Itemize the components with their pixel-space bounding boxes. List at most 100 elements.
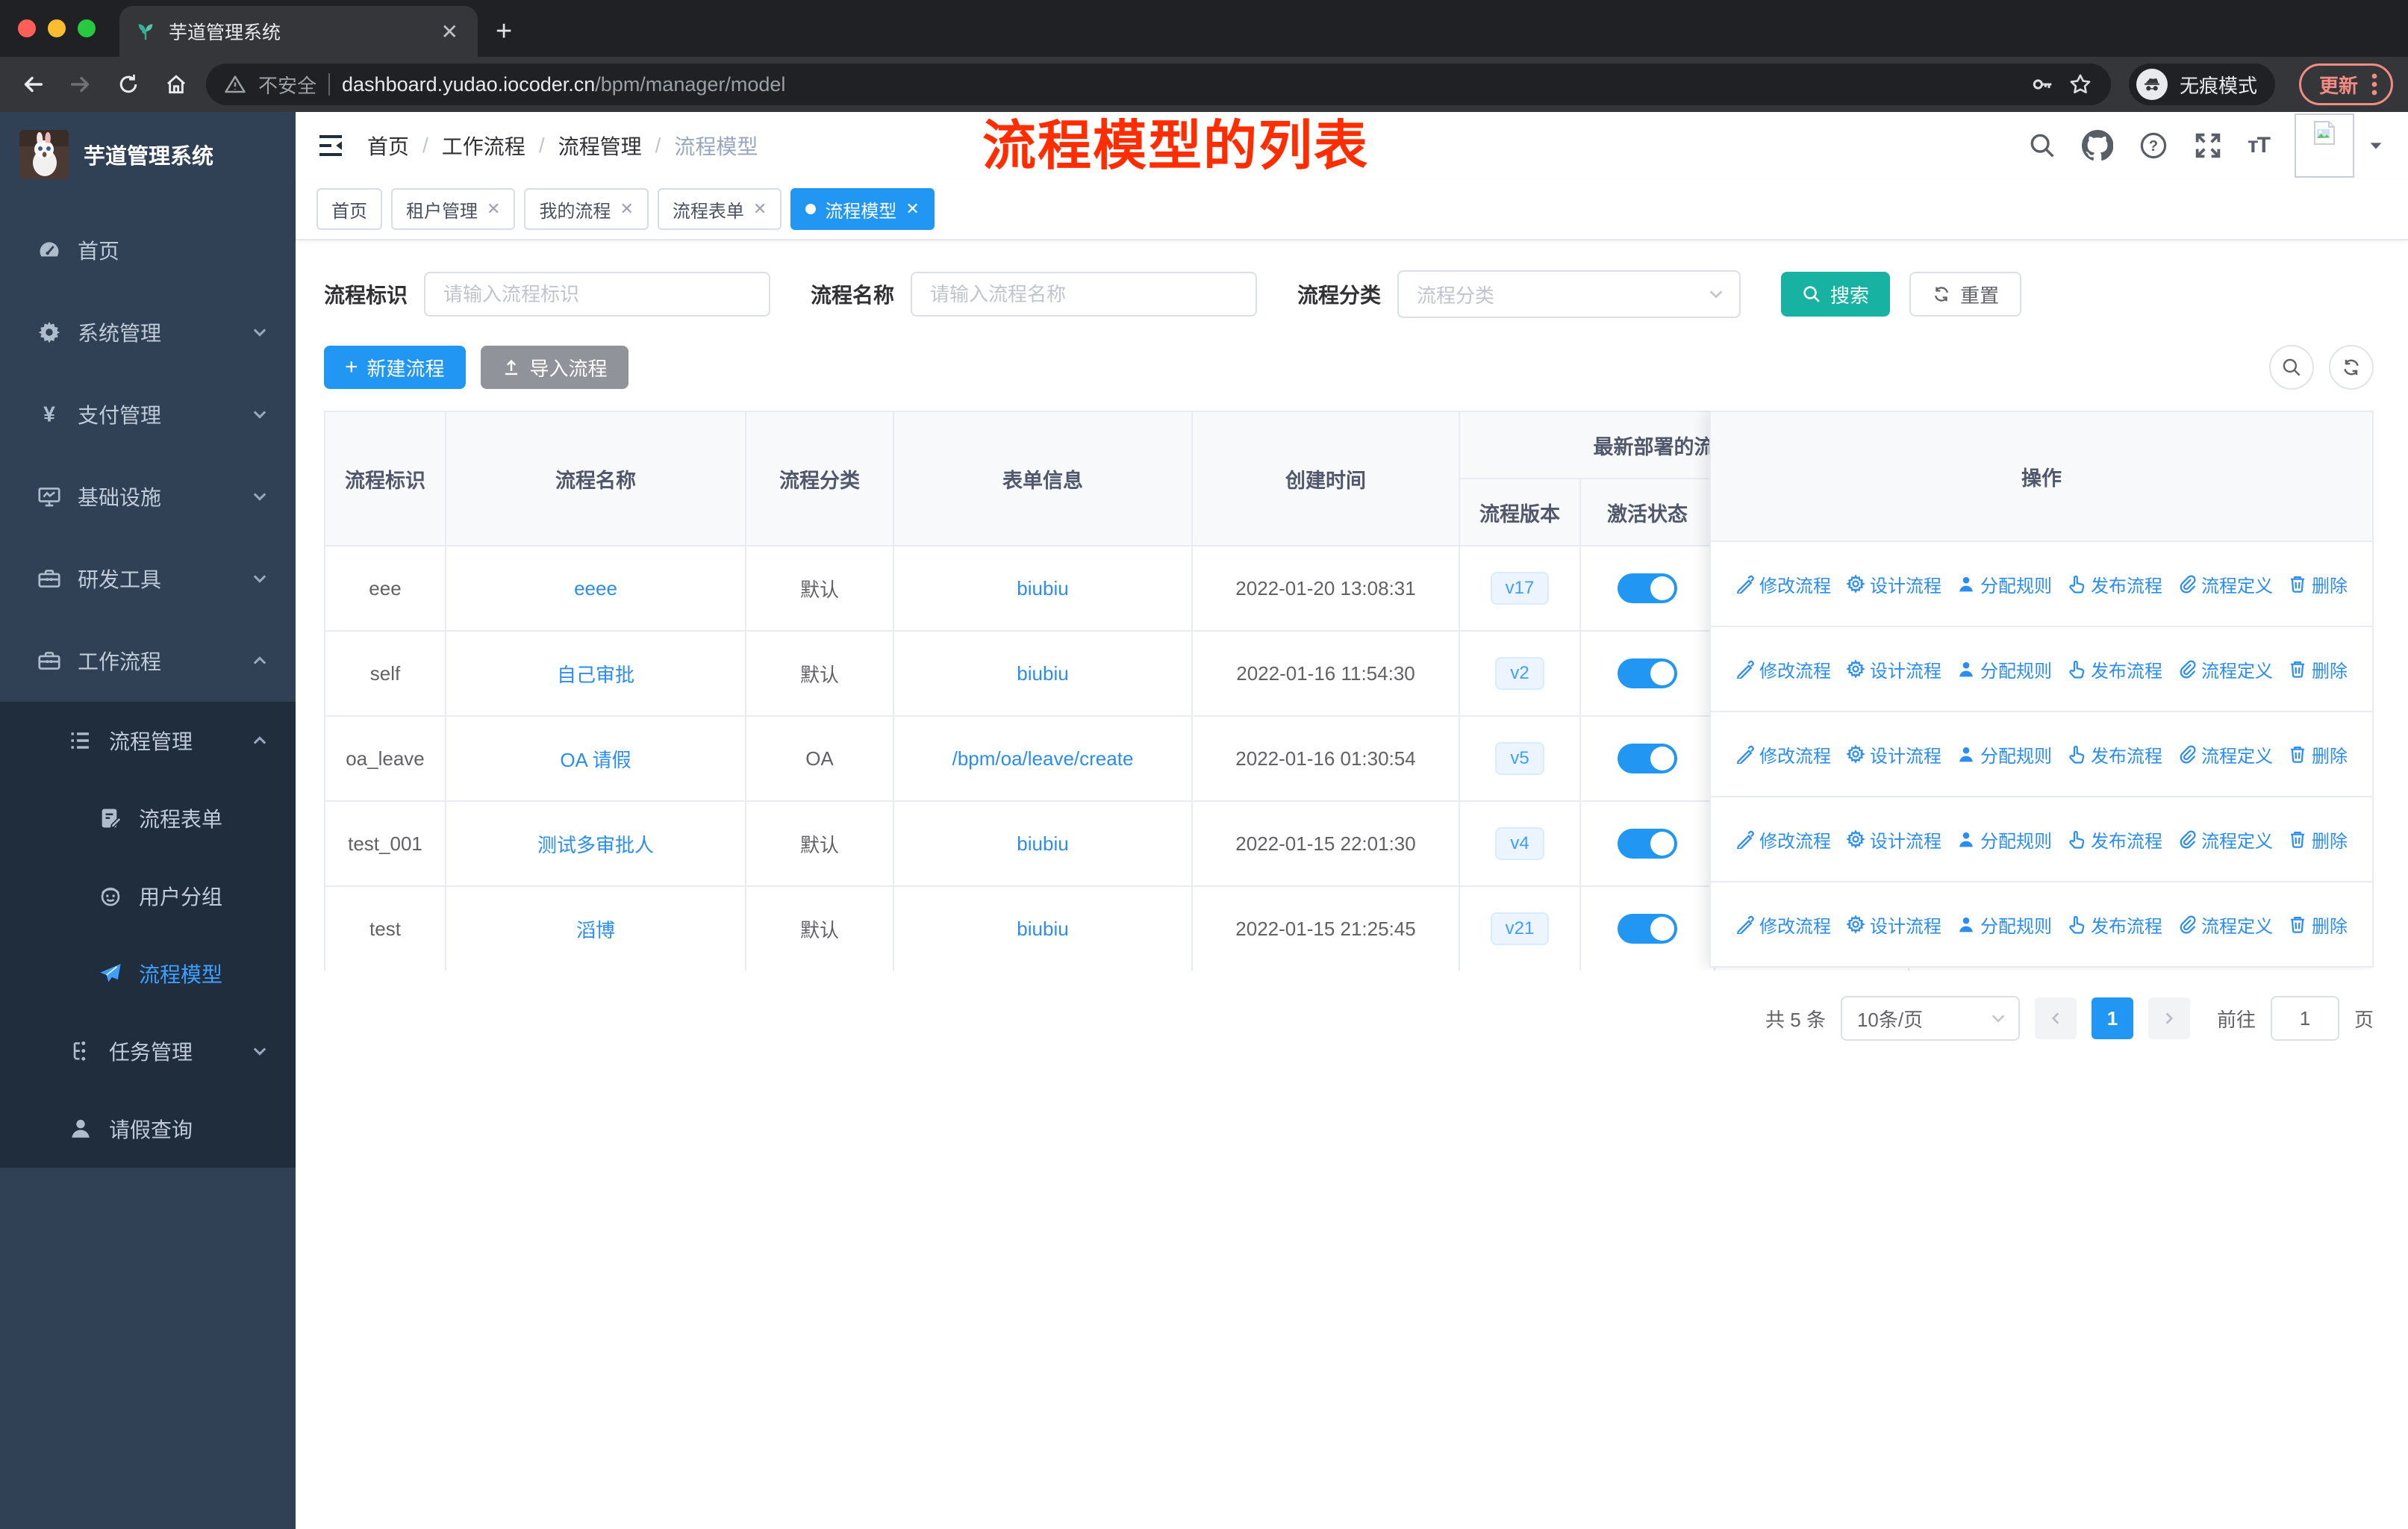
- active-status-toggle[interactable]: [1618, 829, 1677, 859]
- sidebar-item-process-model[interactable]: 流程模型: [0, 935, 296, 1012]
- action-delete-link[interactable]: 删除: [2288, 571, 2348, 597]
- action-design-link[interactable]: 设计流程: [1846, 571, 1941, 597]
- process-name-link[interactable]: 滔博: [576, 919, 615, 941]
- sidebar-item-system[interactable]: 系统管理: [0, 291, 296, 373]
- breadcrumb-home[interactable]: 首页: [367, 131, 409, 161]
- sidebar-item-workflow[interactable]: 工作流程: [0, 620, 296, 702]
- back-icon[interactable]: [15, 72, 51, 97]
- action-assign-rule-link[interactable]: 分配规则: [1956, 656, 2052, 682]
- create-process-button[interactable]: + 新建流程: [324, 346, 466, 389]
- process-name-link[interactable]: 自己审批: [557, 664, 634, 686]
- new-tab-button[interactable]: +: [478, 16, 533, 57]
- tag-home[interactable]: 首页: [316, 188, 382, 230]
- header-search-icon[interactable]: [2028, 131, 2056, 160]
- sidebar-item-devtools[interactable]: 研发工具: [0, 538, 296, 620]
- close-window-button[interactable]: [18, 19, 36, 37]
- action-design-link[interactable]: 设计流程: [1846, 826, 1941, 853]
- action-assign-rule-link[interactable]: 分配规则: [1956, 571, 2052, 597]
- form-info-link[interactable]: /bpm/oa/leave/create: [952, 747, 1134, 770]
- kebab-menu-icon[interactable]: [2371, 72, 2377, 96]
- import-process-button[interactable]: 导入流程: [480, 346, 628, 389]
- user-avatar[interactable]: [2295, 113, 2354, 178]
- action-edit-link[interactable]: 修改流程: [1735, 912, 1831, 938]
- home-icon[interactable]: [158, 72, 194, 96]
- prev-page-button[interactable]: [2034, 997, 2077, 1039]
- browser-tab[interactable]: 芋道管理系统 ✕: [119, 6, 478, 57]
- action-edit-link[interactable]: 修改流程: [1735, 656, 1831, 682]
- page-number-1[interactable]: 1: [2091, 997, 2133, 1039]
- action-delete-link[interactable]: 删除: [2288, 912, 2348, 938]
- action-assign-rule-link[interactable]: 分配规则: [1956, 741, 2052, 767]
- minimize-window-button[interactable]: [48, 19, 66, 37]
- breadcrumb-process-mgmt[interactable]: 流程管理: [558, 131, 642, 161]
- avatar-caret-down-icon[interactable]: [2368, 137, 2384, 154]
- form-info-link[interactable]: biubiu: [1017, 918, 1068, 940]
- sidebar-item-task-mgmt[interactable]: 任务管理: [0, 1012, 296, 1090]
- sidebar-item-user-group[interactable]: 用户分组: [0, 857, 296, 935]
- action-definition-link[interactable]: 流程定义: [2177, 826, 2273, 853]
- action-definition-link[interactable]: 流程定义: [2177, 571, 2273, 597]
- active-status-toggle[interactable]: [1618, 658, 1677, 688]
- next-page-button[interactable]: [2147, 997, 2190, 1039]
- browser-update-button[interactable]: 更新: [2298, 63, 2393, 105]
- search-button[interactable]: 搜索: [1781, 272, 1891, 317]
- process-name-link[interactable]: OA 请假: [560, 749, 631, 771]
- action-definition-link[interactable]: 流程定义: [2177, 741, 2273, 767]
- sidebar-item-process-mgmt[interactable]: 流程管理: [0, 702, 296, 779]
- action-design-link[interactable]: 设计流程: [1846, 741, 1941, 767]
- action-definition-link[interactable]: 流程定义: [2177, 912, 2273, 938]
- tag-close-icon[interactable]: ✕: [753, 199, 767, 219]
- show-search-toggle-button[interactable]: [2269, 345, 2314, 390]
- action-publish-link[interactable]: 发布流程: [2067, 571, 2162, 597]
- process-name-link[interactable]: eeee: [574, 577, 617, 600]
- app-logo[interactable]: 芋道管理系统: [0, 112, 296, 194]
- tag-close-icon[interactable]: ✕: [905, 199, 919, 219]
- form-info-link[interactable]: biubiu: [1017, 662, 1068, 685]
- tag-close-icon[interactable]: ✕: [620, 199, 633, 219]
- filter-category-select[interactable]: 流程分类: [1397, 270, 1741, 318]
- tag-my-process[interactable]: 我的流程 ✕: [524, 188, 649, 230]
- action-delete-link[interactable]: 删除: [2288, 656, 2348, 682]
- form-info-link[interactable]: biubiu: [1017, 832, 1068, 855]
- filter-id-input[interactable]: [424, 272, 771, 317]
- action-delete-link[interactable]: 删除: [2288, 826, 2348, 853]
- active-status-toggle[interactable]: [1618, 744, 1677, 773]
- refresh-table-button[interactable]: [2329, 345, 2374, 390]
- forward-icon[interactable]: [63, 72, 99, 97]
- process-name-link[interactable]: 测试多审批人: [537, 834, 654, 856]
- action-publish-link[interactable]: 发布流程: [2067, 826, 2162, 853]
- font-size-icon[interactable]: ᴛT: [2248, 133, 2271, 158]
- sidebar-item-infra[interactable]: 基础设施: [0, 455, 296, 538]
- active-status-toggle[interactable]: [1618, 573, 1677, 603]
- key-icon[interactable]: [2030, 72, 2056, 97]
- reload-icon[interactable]: [110, 72, 146, 96]
- omnibox[interactable]: 不安全 dashboard.yudao.iocoder.cn/bpm/manag…: [206, 63, 2111, 105]
- sidebar-item-leave-query[interactable]: 请假查询: [0, 1090, 296, 1168]
- active-status-toggle[interactable]: [1618, 914, 1677, 944]
- tag-tenant[interactable]: 租户管理 ✕: [391, 188, 516, 230]
- action-publish-link[interactable]: 发布流程: [2067, 741, 2162, 767]
- action-edit-link[interactable]: 修改流程: [1735, 571, 1831, 597]
- tag-process-form[interactable]: 流程表单 ✕: [657, 188, 782, 230]
- collapse-sidebar-icon[interactable]: [316, 133, 345, 158]
- help-icon[interactable]: ?: [2139, 131, 2168, 161]
- reset-button[interactable]: 重置: [1909, 272, 2022, 317]
- action-assign-rule-link[interactable]: 分配规则: [1956, 912, 2052, 938]
- fullscreen-icon[interactable]: [2194, 131, 2222, 160]
- zoom-window-button[interactable]: [78, 19, 96, 37]
- action-edit-link[interactable]: 修改流程: [1735, 826, 1831, 853]
- sidebar-item-home[interactable]: 首页: [0, 209, 296, 291]
- action-assign-rule-link[interactable]: 分配规则: [1956, 826, 2052, 853]
- breadcrumb-workflow[interactable]: 工作流程: [442, 131, 525, 161]
- form-info-link[interactable]: biubiu: [1017, 577, 1068, 600]
- action-design-link[interactable]: 设计流程: [1846, 656, 1941, 682]
- tag-process-model[interactable]: 流程模型 ✕: [790, 188, 935, 230]
- action-publish-link[interactable]: 发布流程: [2067, 656, 2162, 682]
- filter-name-input[interactable]: [911, 272, 1258, 317]
- page-size-select[interactable]: 10条/页: [1840, 996, 2020, 1041]
- bookmark-star-icon[interactable]: [2068, 72, 2093, 97]
- goto-page-input[interactable]: [2270, 996, 2339, 1041]
- window-controls[interactable]: [0, 0, 119, 57]
- tag-close-icon[interactable]: ✕: [487, 199, 500, 219]
- action-publish-link[interactable]: 发布流程: [2067, 912, 2162, 938]
